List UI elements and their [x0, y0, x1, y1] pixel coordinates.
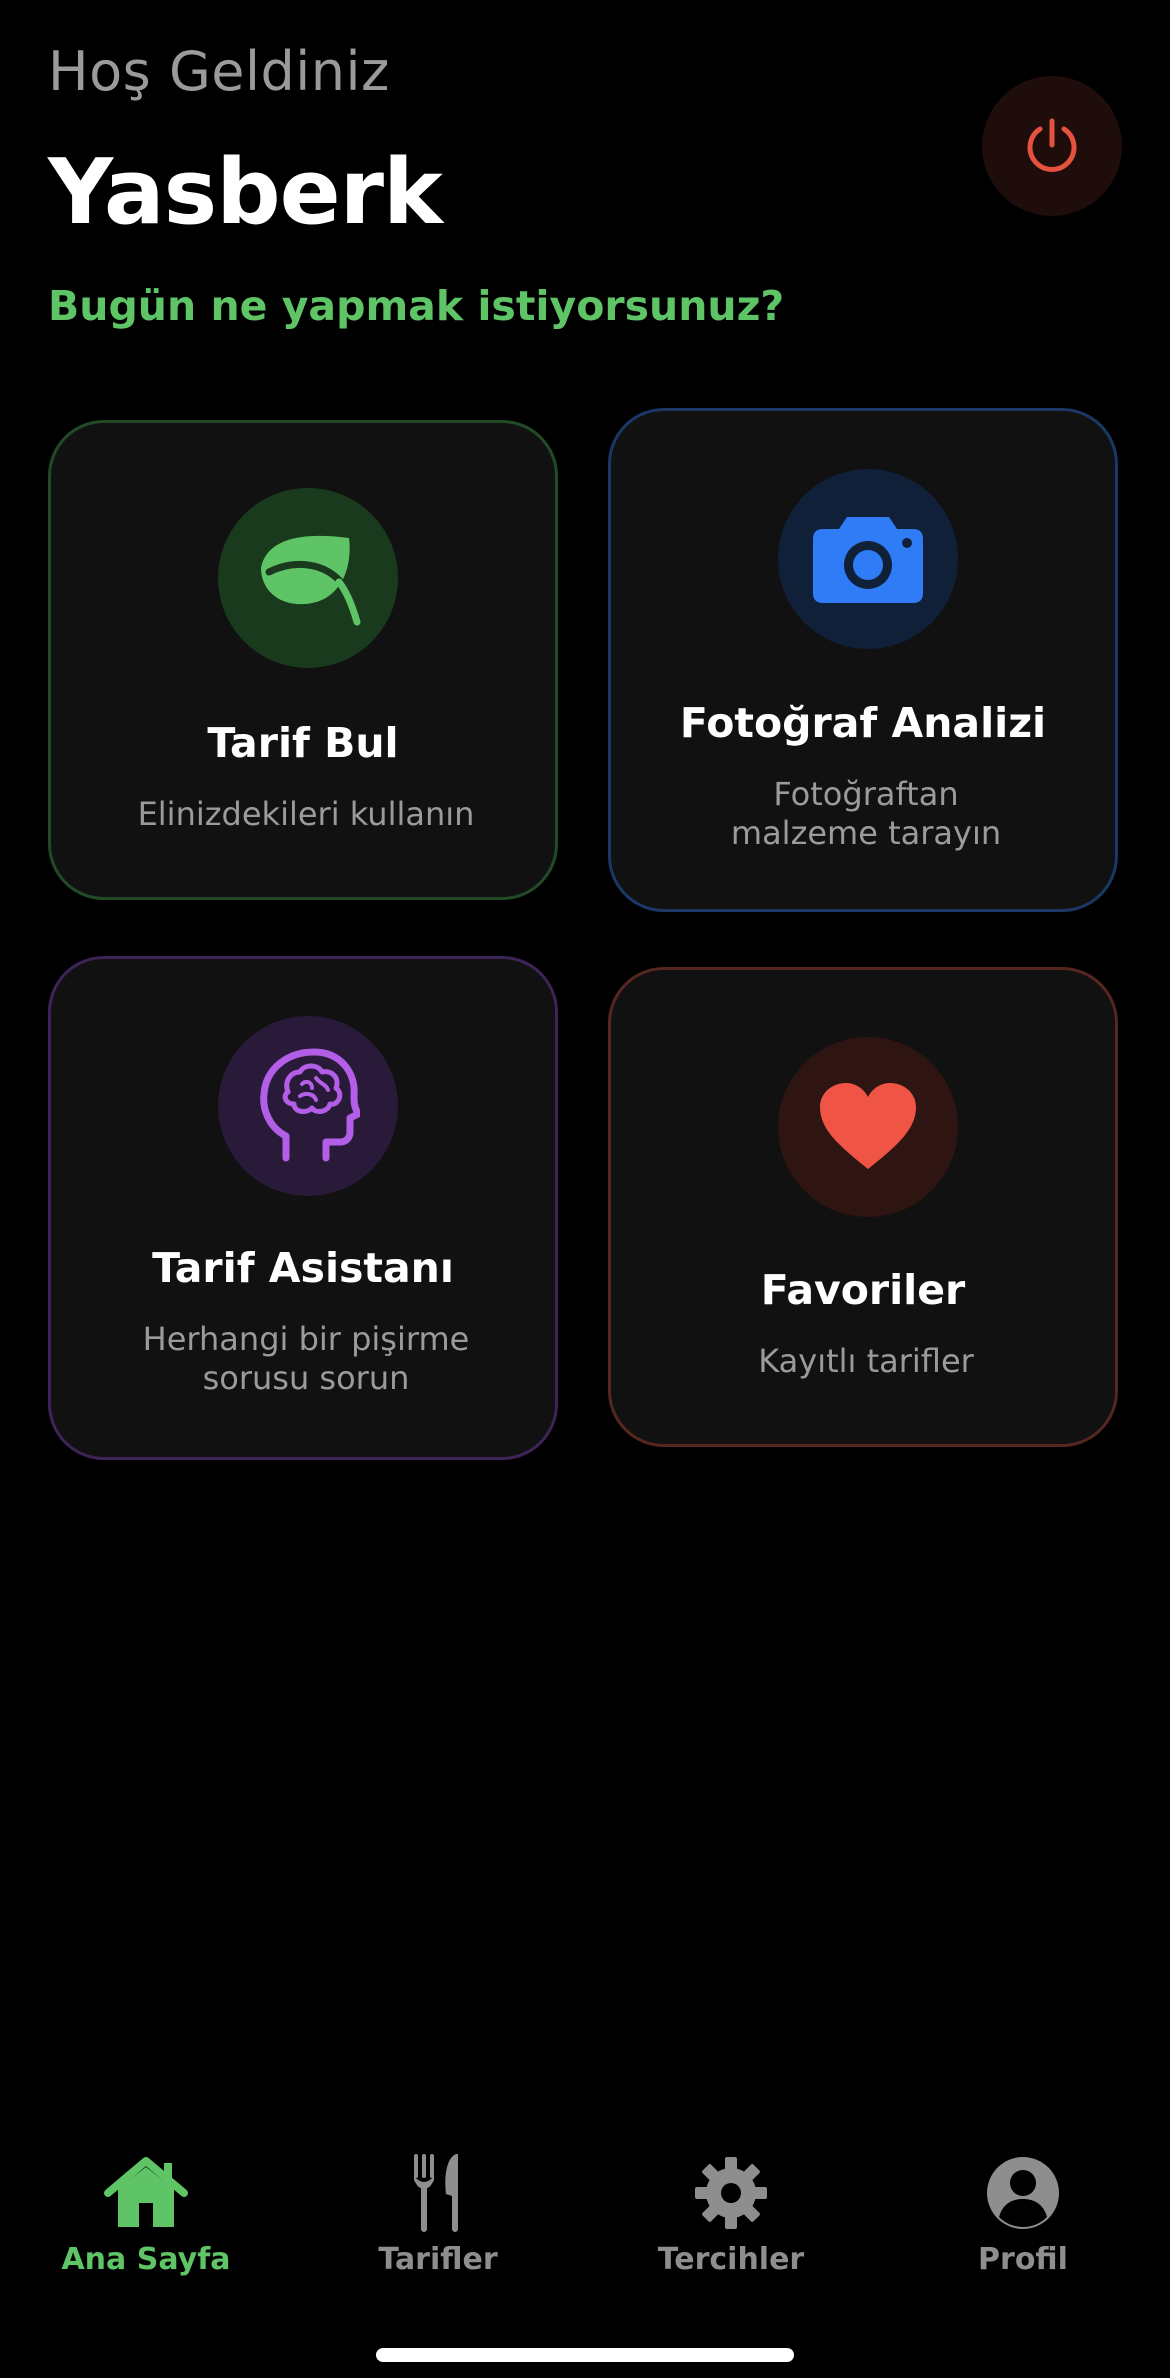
- logout-button[interactable]: [982, 76, 1122, 216]
- card-subtitle-line: sorusu sorun: [202, 1359, 410, 1397]
- fork-knife-icon: [414, 2154, 458, 2232]
- card-subtitle-line: Herhangi bir pişirme: [142, 1320, 470, 1358]
- home-indicator: [376, 2348, 794, 2362]
- favorites-card[interactable]: Favoriler Kayıtlı tarifler: [608, 967, 1118, 1447]
- card-subtitle-line: Fotoğraftan: [773, 775, 959, 813]
- find-recipe-card[interactable]: Tarif Bul Elinizdekileri kullanın: [48, 420, 558, 900]
- card-subtitle: Fotoğraftan malzeme tarayın: [651, 775, 1081, 853]
- tab-label: Tercihler: [657, 2242, 805, 2277]
- tab-preferences[interactable]: Tercihler: [585, 2140, 877, 2290]
- leaf-icon: [261, 535, 361, 626]
- home-icon-wrap: [0, 2152, 292, 2234]
- tab-label: Tarifler: [378, 2242, 498, 2277]
- card-subtitle: Elinizdekileri kullanın: [137, 795, 475, 833]
- tab-label: Profil: [978, 2242, 1068, 2277]
- card-title: Tarif Asistanı: [152, 1244, 454, 1292]
- card-subtitle: Kayıtlı tarifler: [758, 1342, 974, 1380]
- photo-analysis-card[interactable]: Fotoğraf Analizi Fotoğraftan malzeme tar…: [608, 408, 1118, 912]
- gear-icon-wrap: [585, 2152, 877, 2234]
- camera-icon: [813, 517, 923, 603]
- person-circle-icon: [987, 2157, 1059, 2229]
- power-icon: [1027, 118, 1077, 172]
- person-circle-icon-wrap: [877, 2152, 1169, 2234]
- tab-home[interactable]: Ana Sayfa: [0, 2140, 292, 2290]
- home-icon: [104, 2157, 188, 2227]
- heart-icon-circle: [778, 1037, 958, 1217]
- brain-icon-circle: [218, 1016, 398, 1196]
- prompt-text: Bugün ne yapmak istiyorsunuz?: [48, 282, 785, 330]
- tab-bar: Ana Sayfa Tarifler Tercihler Profil: [0, 2140, 1170, 2290]
- username-title: Yasberk: [48, 140, 443, 245]
- card-subtitle: Herhangi bir pişirme sorusu sorun: [91, 1320, 521, 1398]
- tab-label: Ana Sayfa: [61, 2242, 231, 2277]
- recipe-assistant-card[interactable]: Tarif Asistanı Herhangi bir pişirme soru…: [48, 956, 558, 1460]
- card-title: Fotoğraf Analizi: [679, 699, 1047, 747]
- leaf-icon-circle: [218, 488, 398, 668]
- tab-profile[interactable]: Profil: [877, 2140, 1169, 2290]
- card-title: Tarif Bul: [207, 719, 399, 767]
- tab-recipes[interactable]: Tarifler: [292, 2140, 584, 2290]
- gear-icon: [695, 2157, 767, 2229]
- brain-head-icon: [260, 1048, 360, 1162]
- heart-icon: [820, 1083, 916, 1169]
- card-title: Favoriler: [760, 1266, 966, 1314]
- fork-knife-icon-wrap: [292, 2152, 584, 2234]
- greeting-text: Hoş Geldiniz: [48, 40, 390, 103]
- card-subtitle-line: malzeme tarayın: [730, 814, 1002, 852]
- camera-icon-circle: [778, 469, 958, 649]
